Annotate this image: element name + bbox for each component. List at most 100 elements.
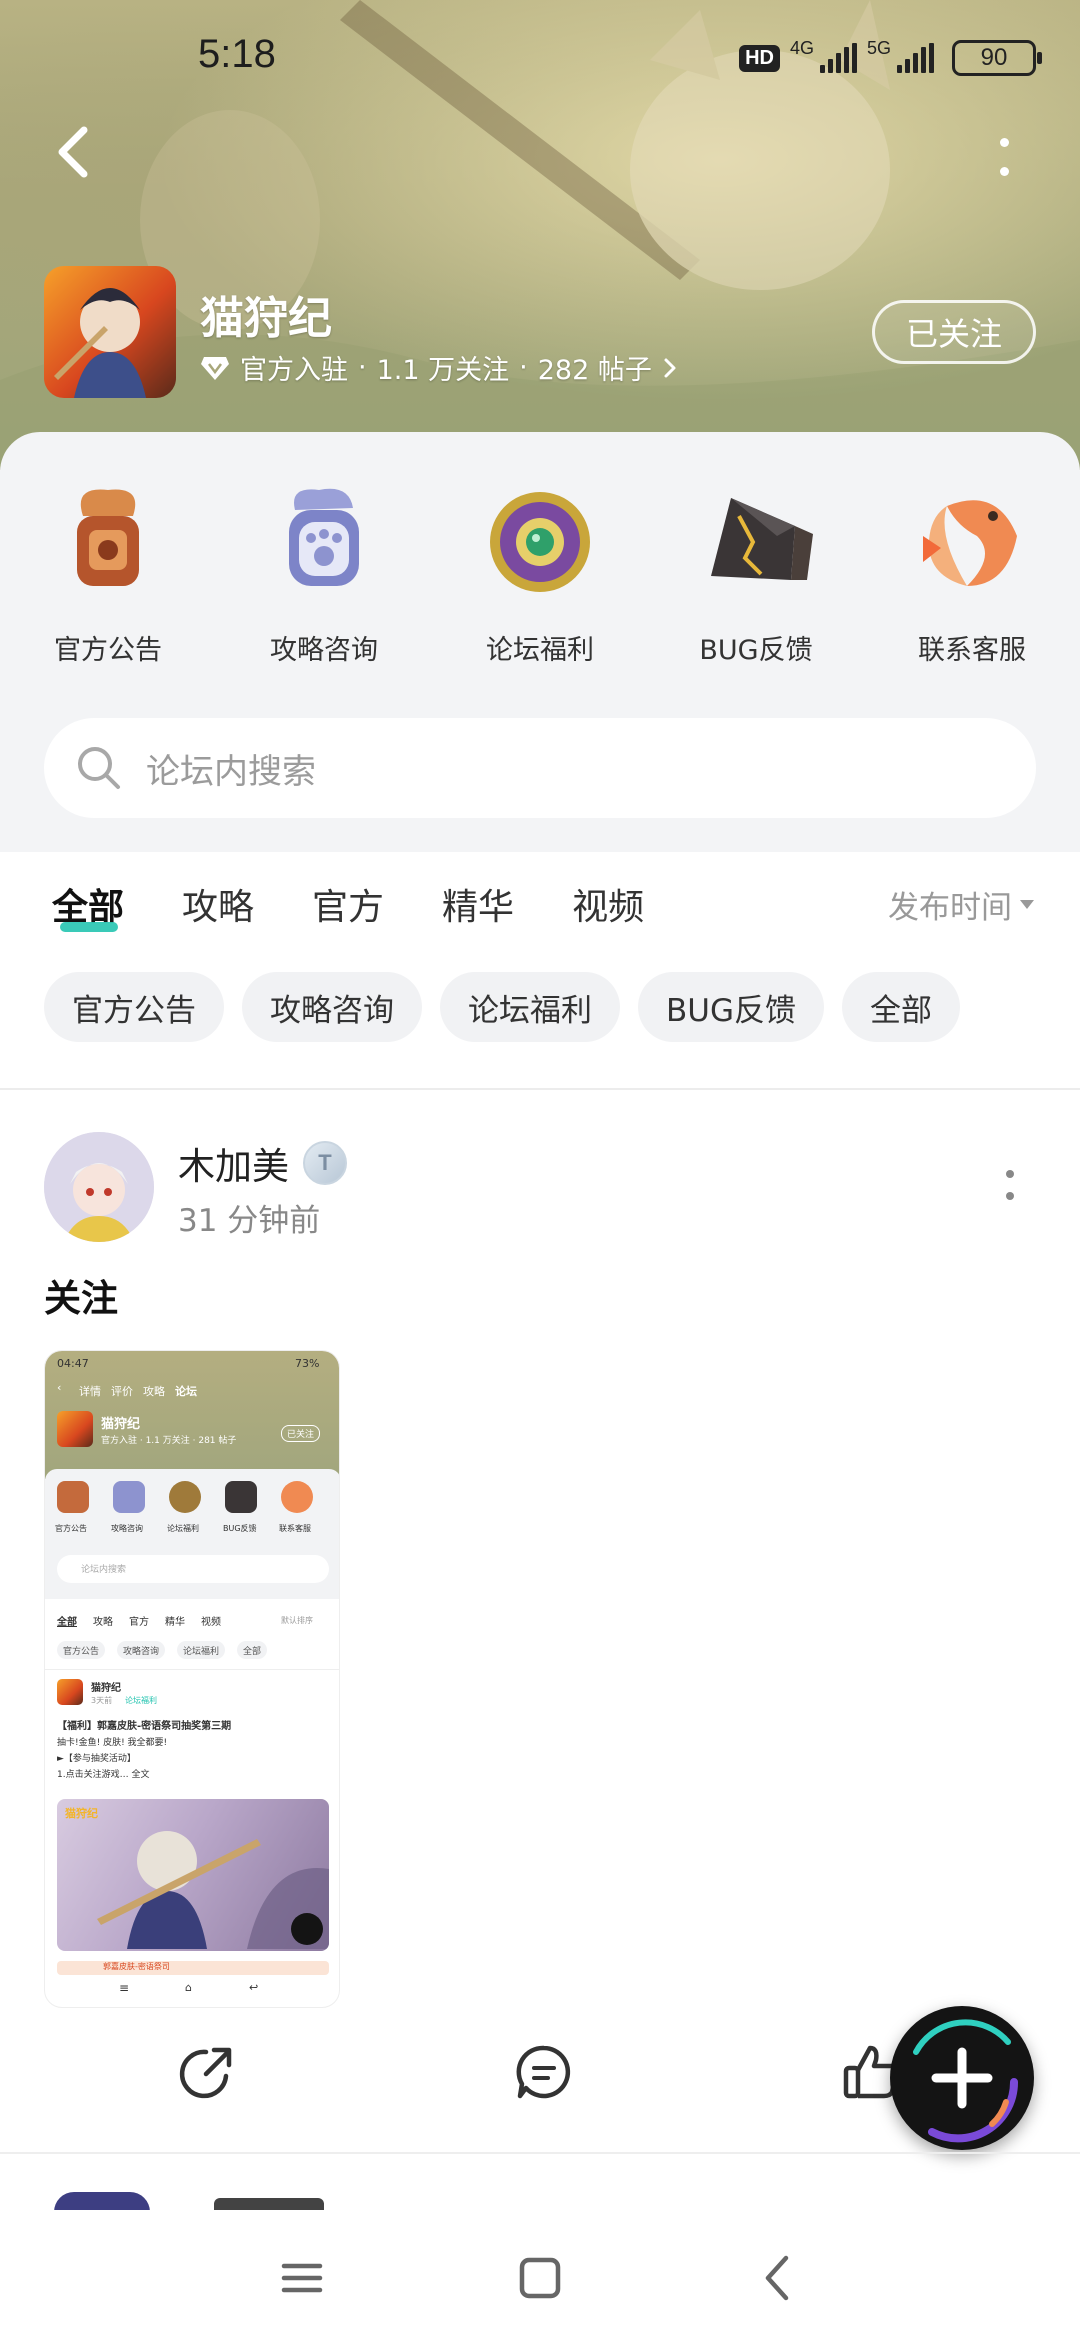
thumb-cat-label: 攻略咨询 [111,1524,143,1533]
thumb-time: 04:47 [57,1357,89,1370]
official-badge-text: 官方入驻 [240,355,348,386]
game-logo[interactable] [44,266,176,398]
thumb-post-time: 3天前 [91,1696,113,1705]
category-official-announcements[interactable]: 官方公告 [0,476,216,667]
hd-badge: HD [739,44,780,72]
sort-label: 发布时间 [888,890,1012,926]
thumb-bottom-tag: 郭嘉皮肤-密语祭司 [103,1962,170,1971]
thumb-follow: 已关注 [281,1425,321,1442]
category-customer-service[interactable]: 联系客服 [864,476,1080,667]
comment-icon [516,2045,571,2099]
active-tab-indicator [60,922,118,932]
signal-icon [897,43,934,73]
thumb-back-icon: ‹ [57,1381,62,1394]
thumb-cat-icon [281,1481,313,1513]
meta-separator: · [358,352,367,383]
content-tabs: 全部 攻略 官方 精华 视频 [52,878,644,932]
level-badge: T [303,1141,347,1185]
thumb-nav-tab: 论坛 [175,1385,197,1398]
thumb-tab: 精华 [165,1617,185,1628]
game-logo-art [54,288,146,398]
filter-chip[interactable]: 全部 [841,972,960,1042]
tab-label: 精华 [442,887,515,928]
tab-label: 攻略 [182,887,255,928]
thumb-chip: 攻略咨询 [117,1641,166,1659]
sort-dropdown[interactable]: 发布时间 [888,882,1034,927]
category-label: BUG反馈 [699,635,813,666]
filter-chip[interactable]: BUG反馈 [638,972,824,1042]
cracked-stone-icon [711,498,813,580]
dot-icon [999,167,1009,176]
thumb-game-logo [57,1411,93,1447]
tab-videos[interactable]: 视频 [572,878,644,930]
divider [0,1088,1080,1090]
tab-guides[interactable]: 攻略 [182,878,254,930]
post-image[interactable]: 04:47 73% ‹ 详情 评价 攻略 论坛 猫狩纪 官方入驻 · 1.1 万… [44,1350,340,2008]
share-icon [179,2047,232,2099]
more-options-button[interactable] [992,132,1016,182]
thumb-post-tag: 论坛福利 [125,1696,157,1705]
system-navigation-bar [0,2210,1080,2340]
filter-chip[interactable]: 官方公告 [44,972,224,1042]
post-title[interactable]: 关注 [44,1268,118,1322]
thumb-nav-tab: 攻略 [143,1385,165,1398]
search-placeholder: 论坛内搜索 [146,751,316,792]
filter-chip[interactable]: 论坛福利 [440,972,620,1042]
caret-down-icon [1020,900,1034,909]
thumb-cat-label: 论坛福利 [167,1524,199,1533]
dot-icon [999,138,1009,147]
thumb-chip: 官方公告 [57,1641,106,1659]
forum-meta[interactable]: 官方入驻 · 1.1 万关注 · 282 帖子 [200,348,678,387]
thumb-post-line: 1.点击关注游戏… 全文 [57,1770,150,1780]
thumb-post-author: 猫狩纪 [91,1683,121,1694]
search-icon [78,747,120,789]
category-label: 官方公告 [54,635,162,666]
thumb-cat-label: BUG反馈 [223,1524,257,1533]
menu-button[interactable] [272,2248,332,2308]
home-button[interactable] [510,2248,570,2308]
post-time: 31 分钟前 [178,1203,321,1239]
chevron-left-icon [58,126,88,178]
create-post-button[interactable] [890,2006,1034,2150]
post-more-button[interactable] [1004,1170,1016,1200]
thumb-cat-label: 官方公告 [55,1524,87,1533]
category-forum-benefits[interactable]: 论坛福利 [432,476,648,667]
tab-official[interactable]: 官方 [312,878,384,930]
thumb-nav-tab: 详情 [79,1385,101,1398]
status-time: 5:18 [198,32,276,76]
thumb-search-placeholder: 论坛内搜索 [81,1565,127,1575]
author-name[interactable]: 木加美 [178,1136,289,1190]
poster-art [97,1831,329,1949]
category-label: 联系客服 [918,635,1026,666]
next-post-author-peek [214,2190,334,2210]
filter-chip[interactable]: 攻略咨询 [242,972,422,1042]
thumb-tab: 视频 [201,1617,221,1628]
thumb-battery: 73% [295,1357,320,1370]
back-button[interactable] [50,122,100,182]
tab-all[interactable]: 全部 [52,878,124,932]
category-bug-report[interactable]: BUG反馈 [648,476,864,667]
jade-medallion-icon [490,492,590,592]
thumb-tab: 全部 [57,1617,77,1628]
thumb-post-line: 抽卡!金鱼! 皮肤! 我全都要! [57,1738,168,1748]
comment-button[interactable] [512,2040,576,2104]
back-nav-button[interactable] [748,2248,808,2308]
thumb-nav-tab: 评价 [111,1385,133,1398]
share-button[interactable] [176,2040,240,2104]
thumb-post-line: ►【参与抽奖活动】 [57,1754,136,1764]
thumb-cat-icon [113,1481,145,1513]
category-guide-consult[interactable]: 攻略咨询 [216,476,432,667]
thumb-bottom-strip: 郭嘉皮肤-密语祭司 [57,1961,329,1975]
follow-button[interactable]: 已关注 [872,300,1036,364]
seal-icon [77,489,139,586]
thumb-game-name: 猫狩纪 [101,1417,141,1432]
tab-featured[interactable]: 精华 [442,878,514,930]
thumb-nav-home-icon: ⌂ [185,1981,192,1994]
network-5g-label: 5G [866,37,891,58]
forum-search-input[interactable]: 论坛内搜索 [44,718,1036,818]
category-label: 论坛福利 [486,635,594,666]
author-avatar[interactable] [44,1132,154,1242]
posts-count: 282 帖子 [537,355,652,386]
forum-title: 猫狩纪 [200,293,332,344]
author-info: 木加美 T [178,1136,347,1190]
